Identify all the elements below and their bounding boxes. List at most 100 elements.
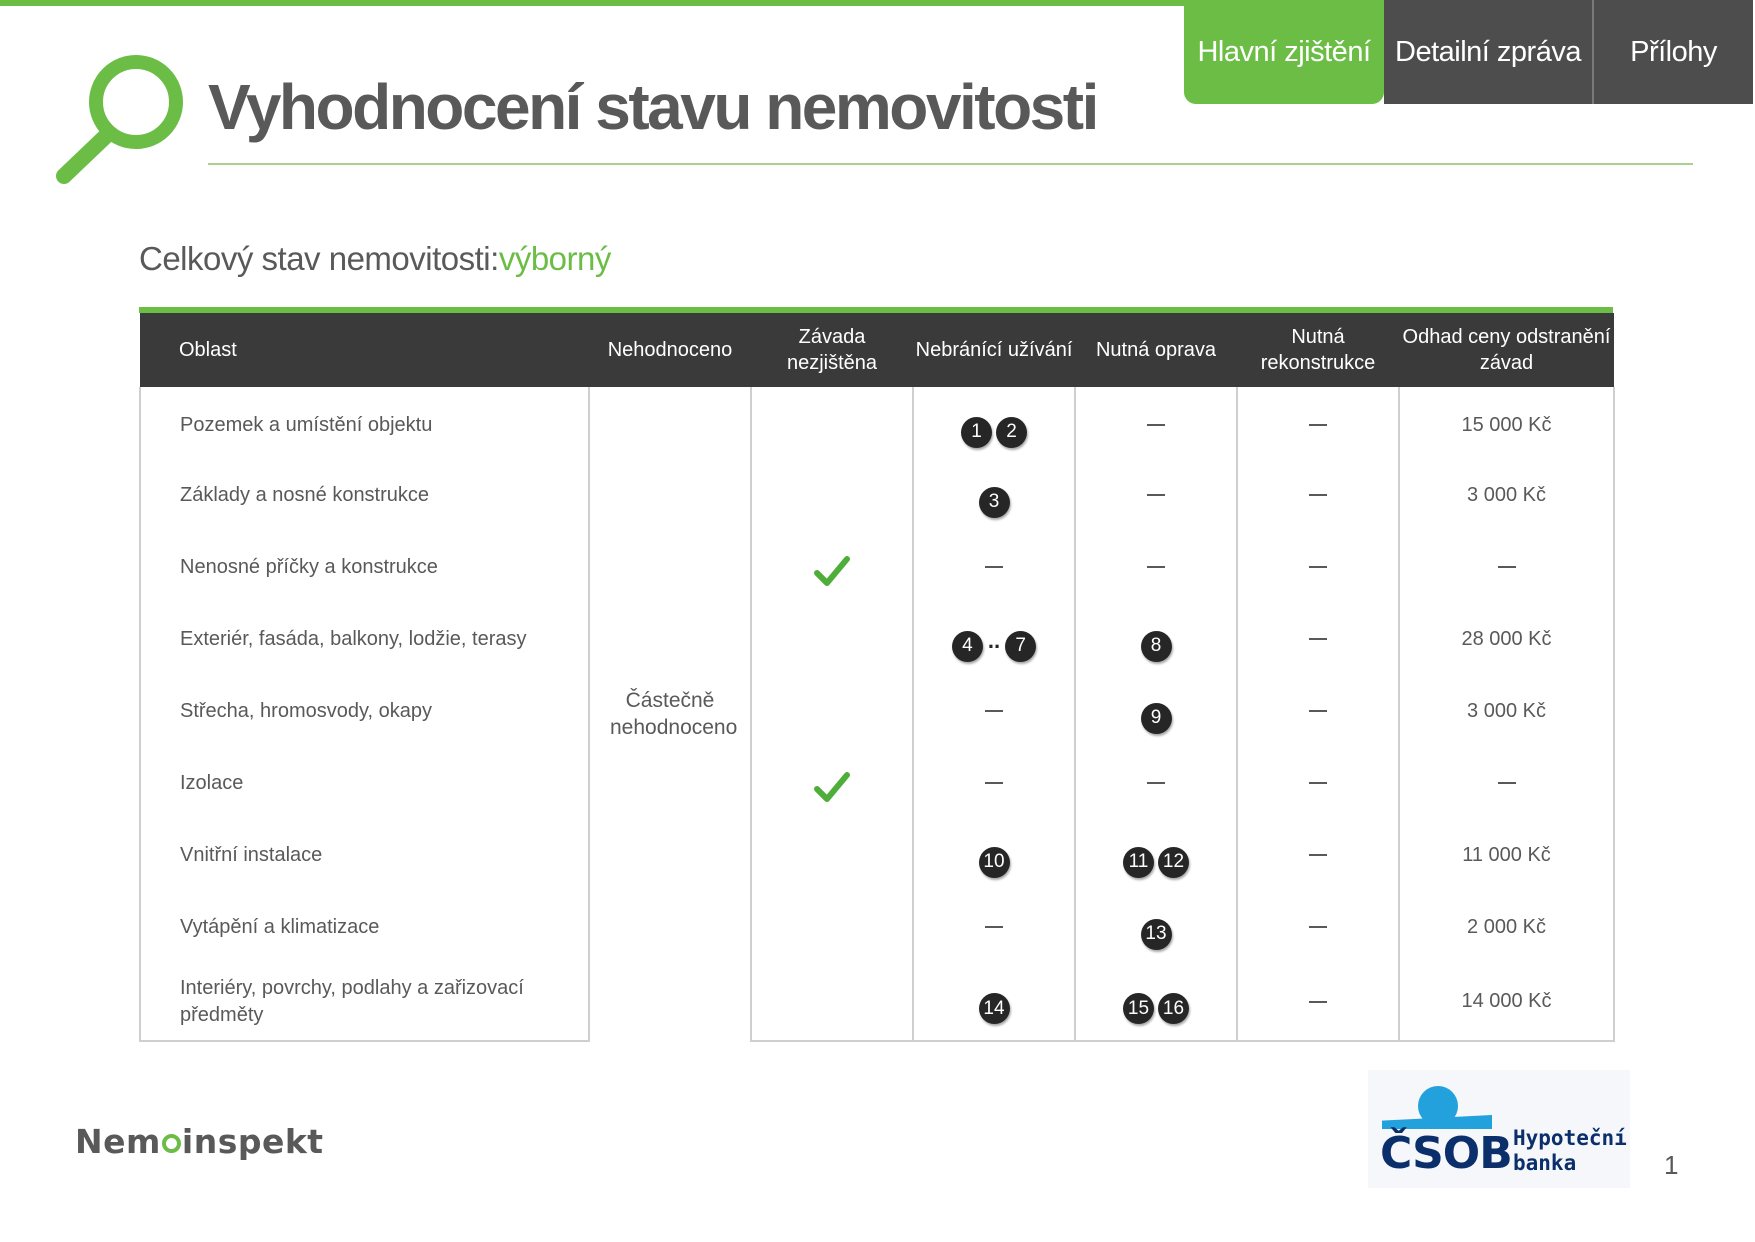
magnifier-logo-icon xyxy=(56,55,183,184)
dash-placeholder xyxy=(1309,494,1327,497)
zavada-nezjistena-cell xyxy=(750,747,913,819)
dash-placeholder xyxy=(985,566,1003,569)
nutna-oprava-cell: 9 xyxy=(1074,675,1237,747)
tab-prilohy[interactable]: Přílohy xyxy=(1594,0,1753,104)
nemo-prefix: Nem xyxy=(75,1122,161,1161)
area-cell: Nenosné příčky a konstrukce xyxy=(139,531,589,603)
zavada-nezjistena-cell xyxy=(750,603,913,675)
nemo-o-icon xyxy=(161,1134,181,1153)
cena-cell xyxy=(1398,747,1615,819)
header-nutna-oprava: Nutná oprava xyxy=(1075,313,1237,387)
area-cell: Vnitřní instalace xyxy=(139,819,589,891)
table-row: Izolace xyxy=(139,747,1615,819)
rekonstrukce-cell xyxy=(1236,459,1399,531)
zavada-nezjistena-cell xyxy=(750,387,913,459)
nehodnoceno-cell: Částečně nehodnoceno xyxy=(588,387,751,1041)
overall-condition-value: výborný xyxy=(498,240,612,277)
rekonstrukce-cell xyxy=(1236,603,1399,675)
rekonstrukce-cell xyxy=(1236,531,1399,603)
tab-hlavni-zjisteni[interactable]: Hlavní zjištění xyxy=(1184,0,1384,104)
table-row: Pozemek a umístění objektu Částečně nehod… xyxy=(139,387,1615,1041)
overall-condition: Celkový stav nemovitosti:výborný xyxy=(139,240,611,278)
dash-placeholder xyxy=(1309,926,1327,929)
dash-placeholder xyxy=(1497,566,1516,569)
nutna-oprava-cell xyxy=(1074,459,1237,531)
dash-placeholder xyxy=(985,926,1003,929)
finding-badge[interactable]: 9 xyxy=(1140,702,1172,734)
nebranici-cell xyxy=(912,747,1075,819)
cena-cell: 11 000 Kč xyxy=(1398,819,1615,891)
cena-cell: 15 000 Kč xyxy=(1398,387,1615,459)
dash-placeholder xyxy=(1147,566,1165,569)
finding-badge[interactable]: 14 xyxy=(978,993,1010,1024)
cena-cell: 3 000 Kč xyxy=(1398,459,1615,531)
tab-detailni-zprava[interactable]: Detailní zpráva xyxy=(1384,0,1594,104)
finding-badge[interactable]: 13 xyxy=(1140,918,1172,950)
area-cell: Střecha, hromosvody, okapy xyxy=(139,675,589,747)
top-accent-line xyxy=(0,0,1184,6)
header-nebranici-uzivani: Nebránící užívání xyxy=(913,313,1075,387)
dash-placeholder xyxy=(985,782,1003,785)
dash-placeholder xyxy=(1309,782,1327,785)
dash-placeholder xyxy=(1309,566,1327,569)
page-title: Vyhodnocení stavu nemovitosti xyxy=(208,71,1099,143)
nebranici-cell xyxy=(912,891,1075,963)
finding-badge[interactable]: 8 xyxy=(1140,630,1172,662)
nebranici-cell: 14 xyxy=(912,963,1075,1042)
dash-placeholder xyxy=(1309,424,1327,427)
finding-badge[interactable]: 11 xyxy=(1123,846,1154,878)
nutna-oprava-cell: 13 xyxy=(1074,891,1237,963)
nutna-oprava-cell xyxy=(1074,747,1237,819)
dash-placeholder xyxy=(1309,638,1327,641)
rekonstrukce-cell xyxy=(1236,819,1399,891)
cena-cell: 14 000 Kč xyxy=(1398,963,1615,1042)
dash-placeholder xyxy=(1147,782,1165,785)
header-odhad-ceny: Odhad ceny odstranění závad xyxy=(1399,313,1614,387)
header-nutna-rekonstrukce: Nutná rekonstrukce xyxy=(1237,313,1399,387)
nebranici-cell: 3 xyxy=(912,459,1075,531)
nebranici-cell: 4.. 7 xyxy=(912,603,1075,675)
table-row: Nenosné příčky a konstrukce xyxy=(139,531,1615,603)
finding-badge[interactable]: 12 xyxy=(1158,846,1189,878)
table-row: Základy a nosné konstrukce 3 3 000 Kč xyxy=(139,459,1615,531)
area-cell: Interiéry, povrchy, podlahy a zařizovací… xyxy=(139,963,589,1042)
table-header-row: Oblast Nehodnoceno Závada nezjištěna Neb… xyxy=(140,313,1614,387)
finding-badge[interactable]: 15 xyxy=(1123,993,1154,1024)
dash-placeholder xyxy=(1147,424,1165,427)
finding-badge[interactable]: 10 xyxy=(978,846,1010,878)
finding-badge[interactable]: 2 xyxy=(996,416,1027,448)
finding-badge[interactable]: 4 xyxy=(951,630,983,662)
title-divider xyxy=(208,163,1693,165)
csob-wordmark: ČSOB xyxy=(1380,1128,1513,1179)
finding-badge[interactable]: 3 xyxy=(978,486,1010,518)
area-cell: Vytápění a klimatizace xyxy=(139,891,589,963)
table-row: Střecha, hromosvody, okapy 9 3 000 Kč xyxy=(139,675,1615,747)
zavada-nezjistena-cell xyxy=(750,819,913,891)
page-number: 1 xyxy=(1664,1150,1679,1180)
dash-placeholder xyxy=(1309,1000,1327,1003)
rekonstrukce-cell xyxy=(1236,387,1399,459)
table-row: Vnitřní instalace 10 11 12 11 000 Kč xyxy=(139,819,1615,891)
area-cell: Pozemek a umístění objektu xyxy=(139,387,589,459)
area-cell: Izolace xyxy=(139,747,589,819)
cena-cell: 28 000 Kč xyxy=(1398,603,1615,675)
finding-badge[interactable]: 7 xyxy=(1005,630,1037,662)
nebranici-cell: 12 xyxy=(912,387,1075,459)
header-nehodnoceno: Nehodnoceno xyxy=(589,313,751,387)
zavada-nezjistena-cell xyxy=(750,675,913,747)
findings-table: Oblast Nehodnoceno Závada nezjištěna Neb… xyxy=(139,307,1615,1042)
nebranici-cell: 10 xyxy=(912,819,1075,891)
csob-logo-icon: ČSOB Hypoteční banka xyxy=(1368,1070,1630,1188)
finding-badge[interactable]: 16 xyxy=(1158,993,1189,1024)
dash-placeholder xyxy=(1309,710,1327,713)
finding-badge[interactable]: 1 xyxy=(961,416,992,448)
area-cell: Exteriér, fasáda, balkony, lodžie, teras… xyxy=(139,603,589,675)
nutna-oprava-cell: 11 12 xyxy=(1074,819,1237,891)
zavada-nezjistena-cell xyxy=(750,891,913,963)
rekonstrukce-cell xyxy=(1236,891,1399,963)
cena-cell: 2 000 Kč xyxy=(1398,891,1615,963)
dash-placeholder xyxy=(1497,782,1516,785)
check-icon xyxy=(814,556,850,586)
zavada-nezjistena-cell xyxy=(750,531,913,603)
range-dots: .. xyxy=(987,628,1001,654)
